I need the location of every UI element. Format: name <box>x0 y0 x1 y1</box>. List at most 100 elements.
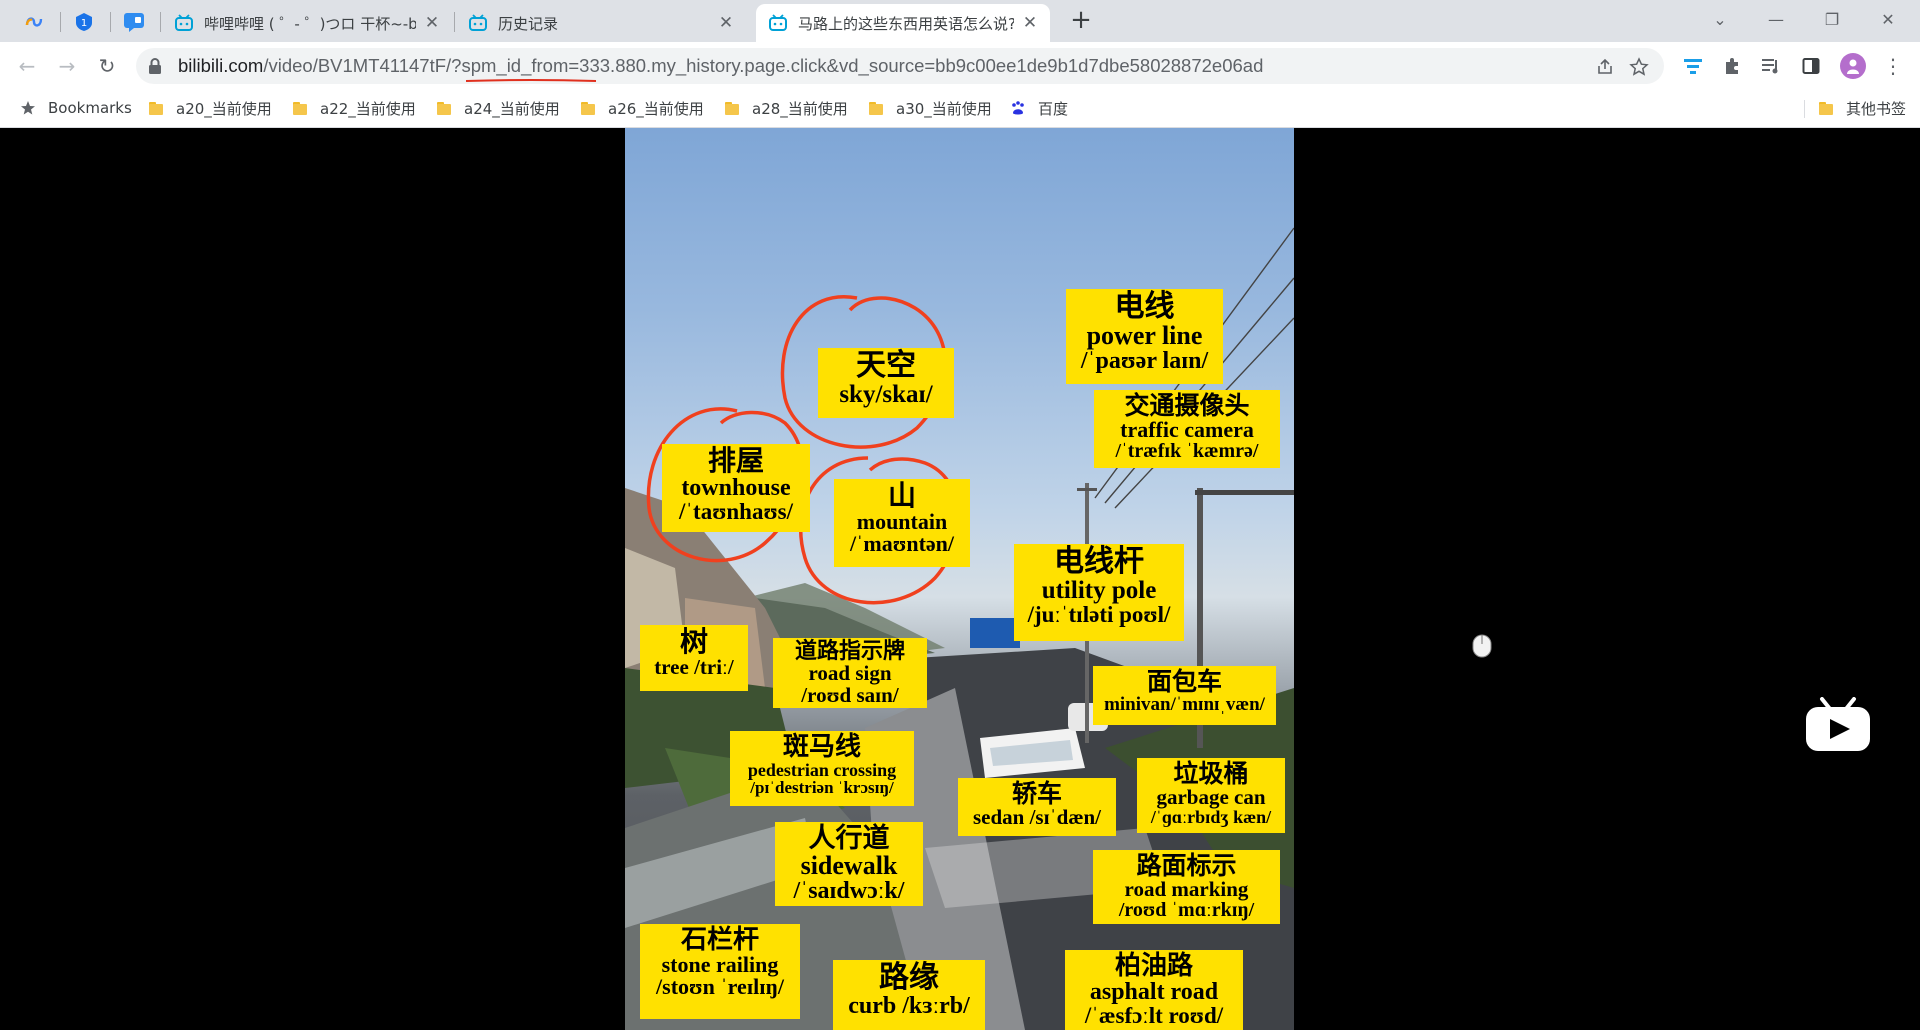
side-panel-icon[interactable] <box>1798 53 1824 79</box>
label-en: tree /triː/ <box>654 654 734 679</box>
tab-title: 历史记录 <box>498 14 559 33</box>
folder-icon <box>580 100 596 116</box>
restore-button[interactable]: ❐ <box>1804 0 1860 38</box>
user-icon <box>1847 59 1859 74</box>
label-en: mountain <box>856 508 948 534</box>
folder-icon <box>1818 100 1834 116</box>
url-text[interactable]: bilibili.com/video/BV1MT41147tF/?spm_id_… <box>178 55 1263 77</box>
bookmark-folder-a24[interactable]: a24_当前使用 <box>436 96 560 120</box>
back-button[interactable]: ← <box>10 49 44 83</box>
reload-button[interactable]: ↻ <box>90 49 124 83</box>
tab-bilibili-home[interactable]: 哔哩哔哩 ( ゜- ゜)つロ 干杯~-bilil ✕ <box>162 4 452 42</box>
label-zh: 人行道 <box>808 823 890 854</box>
profile-avatar[interactable] <box>1840 53 1866 79</box>
label-en: road marking <box>1124 876 1249 901</box>
label-zh: 山 <box>887 479 916 512</box>
close-icon[interactable]: ✕ <box>422 13 442 33</box>
bookmark-label: 其他书签 <box>1846 99 1907 118</box>
vocab-label-traffic-camera: 交通摄像头 traffic camera /ˈtræfɪk ˈkæmrə/ <box>1094 390 1280 468</box>
vocab-label-utility-pole: 电线杆 utility pole /juːˈtɪləti poʊl/ <box>1014 544 1184 641</box>
bookmark-star-icon[interactable] <box>1628 56 1650 78</box>
label-en: stone railing <box>661 951 779 977</box>
address-bar[interactable]: bilibili.com/video/BV1MT41147tF/?spm_id_… <box>136 48 1664 84</box>
label-zh: 石栏杆 <box>680 925 759 955</box>
bookmark-folder-a30[interactable]: a30_当前使用 <box>868 96 992 120</box>
bookmark-label: a28_当前使用 <box>752 99 848 118</box>
label-ipa: /pɪˈdestriən ˈkrɔsɪŋ/ <box>750 777 894 797</box>
close-icon[interactable]: ✕ <box>716 13 736 33</box>
pinned-app-tab-1[interactable] <box>12 5 56 39</box>
label-en: garbage can <box>1156 784 1266 809</box>
bookmark-folder-other[interactable]: 其他书签 <box>1818 96 1906 120</box>
chat-icon <box>124 13 144 32</box>
vocab-label-road-marking: 路面标示 road marking /roʊd ˈmɑːrkɪŋ/ <box>1093 850 1280 924</box>
minimize-button[interactable]: — <box>1748 0 1804 38</box>
mouse-cursor-icon <box>1472 634 1492 658</box>
vocab-label-curb: 路缘 curb /kɜːrb/ <box>833 960 985 1030</box>
lock-icon <box>149 58 161 74</box>
handwritten-underline <box>466 79 596 82</box>
vocab-label-asphalt-road: 柏油路 asphalt road /ˈæsfɔːlt roʊd/ <box>1065 950 1243 1030</box>
browser-toolbar: ← → ↻ bilibili.com/video/BV1MT41147tF/?s… <box>0 42 1920 88</box>
label-en: asphalt road <box>1089 978 1219 1005</box>
label-ipa: /ˈsaɪdwɔːk/ <box>793 878 905 905</box>
label-en: sky/skaɪ/ <box>839 380 933 408</box>
bookmark-baidu[interactable]: 百度 <box>1010 96 1068 120</box>
filter-extension-icon[interactable] <box>1680 53 1706 79</box>
baidu-paw-icon <box>1010 100 1026 116</box>
vocab-label-garbage-can: 垃圾桶 garbage can /ˈɡɑːrbɪdʒ kæn/ <box>1137 758 1285 833</box>
bookmark-folder-a22[interactable]: a22_当前使用 <box>292 96 416 120</box>
bookmark-folder-a20[interactable]: a20_当前使用 <box>148 96 272 120</box>
vocab-label-sidewalk: 人行道 sidewalk /ˈsaɪdwɔːk/ <box>775 822 923 906</box>
label-zh: 路面标示 <box>1136 851 1237 880</box>
label-en: pedestrian crossing <box>747 759 897 780</box>
tab-current-video[interactable]: 马路上的这些东西用英语怎么说? ✕ <box>756 4 1050 42</box>
label-ipa: /ˈtræfɪk ˈkæmrə/ <box>1115 439 1259 462</box>
shield-icon: 1 <box>76 13 92 31</box>
video-frame[interactable]: 电线 power line /ˈpaʊər laɪn/ 天空 sky/skaɪ/… <box>625 128 1294 1030</box>
bookmark-folder-a26[interactable]: a26_当前使用 <box>580 96 704 120</box>
label-zh: 柏油路 <box>1114 951 1193 981</box>
bookmark-folder-a28[interactable]: a28_当前使用 <box>724 96 848 120</box>
bookmarks-bar: Bookmarks a20_当前使用 a22_当前使用 a24_当前使用 a26… <box>0 88 1920 128</box>
close-icon[interactable]: ✕ <box>1020 13 1040 33</box>
label-zh: 电线杆 <box>1054 544 1144 579</box>
label-ipa: /ˈtaʊnhaʊs/ <box>678 499 794 525</box>
label-zh: 天空 <box>856 348 916 383</box>
label-ipa: /roʊd ˈmɑːrkɪŋ/ <box>1118 898 1255 921</box>
label-ipa: /stoʊn ˈreɪlɪŋ/ <box>656 973 784 999</box>
pinned-app-tab-2[interactable]: 1 <box>62 5 106 39</box>
window-close-button[interactable]: ✕ <box>1860 0 1916 38</box>
vocab-label-pedestrian-crossing: 斑马线 pedestrian crossing /pɪˈdestriən ˈkr… <box>730 731 914 806</box>
extensions-puzzle-icon[interactable] <box>1719 53 1745 79</box>
bookmarks-manager[interactable]: Bookmarks <box>20 96 132 120</box>
label-zh: 面包车 <box>1146 667 1222 696</box>
bilibili-play-icon[interactable] <box>1804 697 1872 753</box>
vocab-label-power-line: 电线 power line /ˈpaʊər laɪn/ <box>1066 289 1223 384</box>
label-en: townhouse <box>681 474 791 501</box>
vocab-label-road-sign: 道路指示牌 road sign /roʊd saɪn/ <box>773 638 927 708</box>
label-zh: 树 <box>679 625 708 658</box>
new-tab-button[interactable]: + <box>1066 6 1096 36</box>
label-ipa: /ˈæsfɔːlt roʊd/ <box>1084 1002 1224 1028</box>
label-ipa: /roʊd saɪn/ <box>801 682 899 707</box>
forward-button[interactable]: → <box>50 49 84 83</box>
vocab-label-sky: 天空 sky/skaɪ/ <box>818 348 954 418</box>
label-en: utility pole <box>1041 576 1157 604</box>
bookmark-label: a22_当前使用 <box>320 99 416 118</box>
media-queue-icon[interactable] <box>1758 53 1784 79</box>
tab-search-button[interactable]: ⌄ <box>1692 0 1748 38</box>
bilibili-icon <box>769 14 787 31</box>
tab-title: 哔哩哔哩 ( ゜- ゜)つロ 干杯~-bilil <box>204 14 416 33</box>
label-ipa: /ˈmaʊntən/ <box>849 530 955 556</box>
menu-kebab-icon[interactable]: ⋮ <box>1880 53 1906 79</box>
pinned-app-tab-3[interactable] <box>112 5 156 39</box>
tab-separator <box>110 12 111 32</box>
vocab-label-sedan: 轿车 sedan /sɪˈdæn/ <box>958 778 1116 836</box>
tab-separator <box>60 12 61 32</box>
video-player[interactable]: 电线 power line /ˈpaʊər laɪn/ 天空 sky/skaɪ/… <box>0 128 1920 1030</box>
tab-history[interactable]: 历史记录 ✕ <box>456 4 746 42</box>
bookmark-label: a26_当前使用 <box>608 99 704 118</box>
label-en: sidewalk <box>800 850 898 880</box>
share-icon[interactable] <box>1594 56 1616 78</box>
